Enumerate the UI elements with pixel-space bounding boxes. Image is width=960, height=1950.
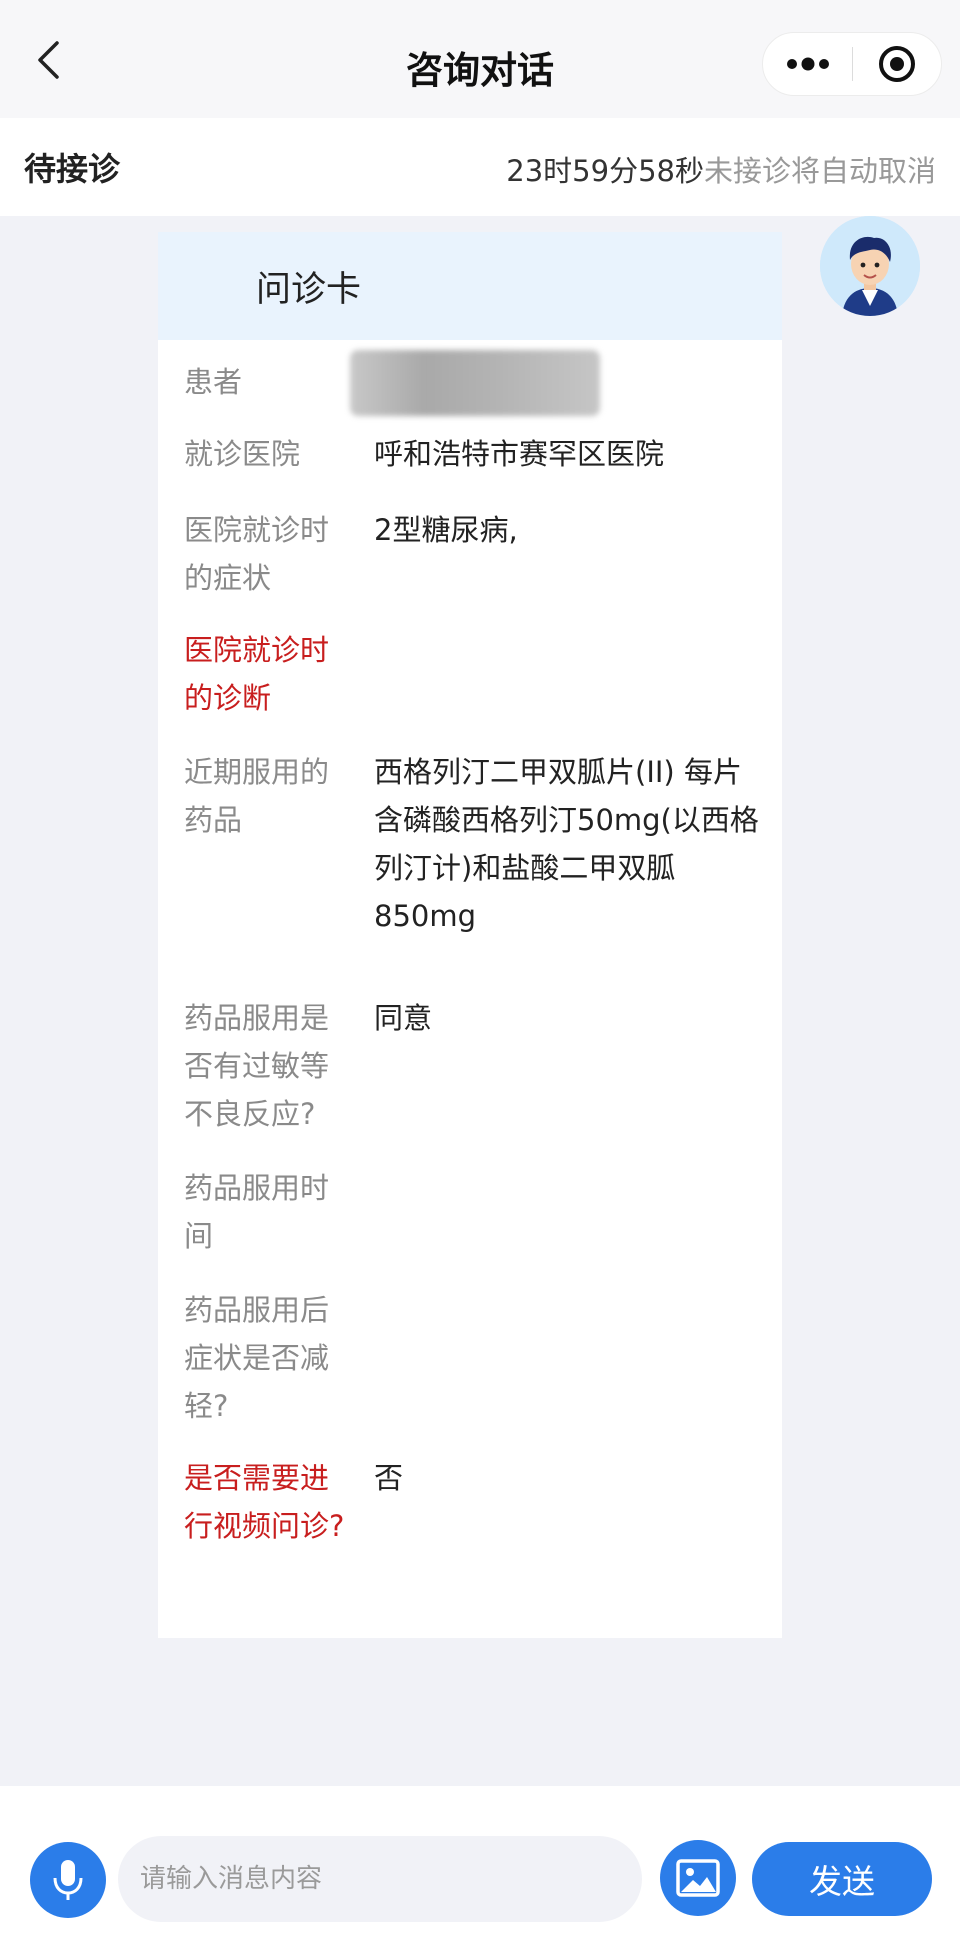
microphone-icon [53,1860,83,1900]
message-input[interactable] [118,1836,642,1922]
navigation-bar: 咨询对话 [0,0,960,118]
row-label: 药品服用后症状是否减轻? [184,1293,330,1423]
row-label: 医院就诊时的症状 [184,513,330,595]
send-button[interactable]: 发送 [752,1842,932,1916]
doctor-avatar[interactable] [820,216,920,316]
voice-input-button[interactable] [30,1842,106,1918]
row-label: 患者 [184,365,243,399]
countdown-notice: 23时59分58秒未接诊将自动取消 [506,148,936,190]
message-input-bar: 发送 [0,1786,960,1950]
more-button[interactable] [763,32,852,96]
patient-name-redacted [350,350,600,416]
send-image-button[interactable] [660,1840,736,1916]
row-value: 呼和浩特市赛罕区医院 [374,437,665,471]
row-label: 就诊医院 [184,437,301,471]
countdown-timer: 23时59分58秒 [506,154,704,188]
row-label-required: 是否需要进行视频问诊? [184,1461,345,1543]
row-value: 同意 [374,1001,433,1035]
countdown-suffix: 未接诊将自动取消 [703,154,936,188]
more-dots-icon [786,57,829,71]
target-circle-icon [878,46,915,82]
mini-program-capsule [762,32,942,96]
consultation-status-bar: 待接诊 23时59分58秒未接诊将自动取消 [0,118,960,216]
consultation-card: 问诊卡 患者 就诊医院 呼和浩特市赛罕区医院 医院就诊时的症状 2型糖尿病, 医… [158,232,782,1638]
doctor-avatar-icon [820,216,920,316]
close-mini-program-button[interactable] [853,32,941,96]
row-label: 药品服用时间 [184,1171,330,1253]
row-label: 药品服用是否有过敏等不良反应? [184,1001,330,1131]
card-title: 问诊卡 [256,269,362,310]
row-value: 2型糖尿病, [374,513,518,547]
row-label: 近期服用的药品 [184,755,330,837]
row-value: 西格列汀二甲双胍片(II) 每片含磷酸西格列汀50mg(以西格列汀计)和盐酸二甲… [374,755,759,933]
row-value: 否 [374,1461,404,1495]
row-label-required: 医院就诊时的诊断 [184,633,330,715]
card-header: 问诊卡 [158,232,782,340]
image-icon [676,1859,720,1897]
status-label: 待接诊 [24,150,121,188]
